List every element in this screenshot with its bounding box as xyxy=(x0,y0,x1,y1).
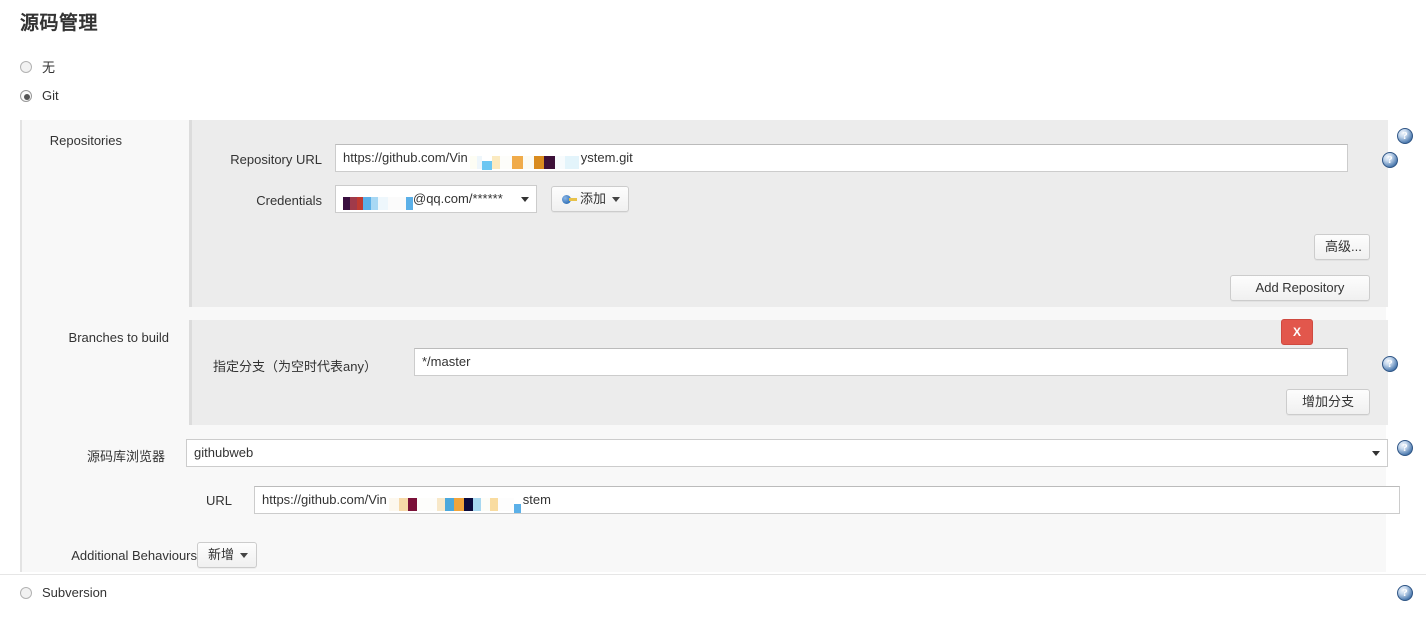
credentials-label: Credentials xyxy=(256,193,322,208)
credentials-select[interactable]: @qq.com/****** xyxy=(335,185,537,213)
repo-browser-value: githubweb xyxy=(194,445,254,460)
page-title: 源码管理 xyxy=(20,13,99,34)
subversion-help-icon[interactable]: ? xyxy=(1397,585,1413,601)
add-behaviour-label: 新增 xyxy=(208,547,235,562)
radio-git-indicator[interactable] xyxy=(20,89,32,102)
repo-browser-select[interactable]: githubweb xyxy=(186,439,1388,467)
scm-radio-subversion[interactable]: Subversion xyxy=(20,585,107,600)
chevron-down-icon xyxy=(1372,451,1380,456)
radio-none-label: 无 xyxy=(42,60,56,75)
key-icon xyxy=(562,195,577,204)
repository-url-label: Repository URL xyxy=(230,152,322,167)
browser-url-value-suffix: stem xyxy=(522,492,551,507)
git-settings-panel: Repositories Repository URL https://gith… xyxy=(20,120,1400,572)
chevron-down-icon xyxy=(521,197,529,202)
add-credentials-button[interactable]: 添加 xyxy=(551,186,630,212)
delete-branch-button[interactable]: X xyxy=(1281,319,1313,345)
add-repository-button[interactable]: Add Repository xyxy=(1230,275,1370,301)
radio-subversion-indicator[interactable] xyxy=(20,586,32,599)
scm-radio-none[interactable]: 无 xyxy=(20,57,55,76)
advanced-button[interactable]: 高级... xyxy=(1314,234,1370,260)
credentials-value-suffix: @qq.com/****** xyxy=(413,191,503,206)
repo-browser-label: 源码库浏览器 xyxy=(86,449,165,464)
browser-url-label: URL xyxy=(205,493,232,508)
scm-radio-git[interactable]: Git xyxy=(20,88,59,103)
branches-nested-panel: X 指定分支（为空时代表any） */master ? 增加分支 xyxy=(189,319,1398,425)
repository-url-redaction xyxy=(469,152,579,171)
repositories-nested-panel: Repository URL https://github.com/Vin yst… xyxy=(189,120,1398,307)
additional-behaviours-label: Additional Behaviours xyxy=(71,548,197,563)
branch-spec-input[interactable]: */master xyxy=(414,348,1348,376)
repo-browser-help-icon[interactable]: ? xyxy=(1397,440,1413,456)
repository-url-help-icon[interactable]: ? xyxy=(1382,152,1398,168)
radio-git-label: Git xyxy=(42,88,59,103)
browser-url-redaction xyxy=(388,494,521,513)
add-branch-button[interactable]: 增加分支 xyxy=(1286,389,1370,415)
branches-to-build-label: Branches to build xyxy=(68,330,169,345)
chevron-down-icon xyxy=(240,553,248,558)
browser-url-input[interactable]: https://github.com/Vin stem xyxy=(254,486,1400,514)
branch-spec-help-icon[interactable]: ? xyxy=(1382,356,1398,372)
repository-url-input[interactable]: https://github.com/Vin ystem.git xyxy=(335,144,1348,172)
scm-config-page: 源码管理 无 Git Repositories Repository URL h… xyxy=(0,0,1426,618)
repositories-label: Repositories xyxy=(49,133,122,148)
add-credentials-label: 添加 xyxy=(580,191,607,206)
branch-spec-label: 指定分支（为空时代表any） xyxy=(213,359,377,374)
repository-url-value-prefix: https://github.com/Vin xyxy=(343,150,468,165)
browser-url-value-prefix: https://github.com/Vin xyxy=(262,492,387,507)
section-divider xyxy=(0,574,1426,575)
radio-none-indicator[interactable] xyxy=(20,60,32,73)
chevron-down-icon xyxy=(612,197,621,202)
credentials-redaction xyxy=(343,193,413,211)
git-section-help-icon[interactable]: ? xyxy=(1397,128,1413,144)
add-behaviour-button[interactable]: 新增 xyxy=(197,542,257,568)
radio-subversion-label: Subversion xyxy=(42,585,108,600)
repository-url-value-suffix: ystem.git xyxy=(580,150,633,165)
